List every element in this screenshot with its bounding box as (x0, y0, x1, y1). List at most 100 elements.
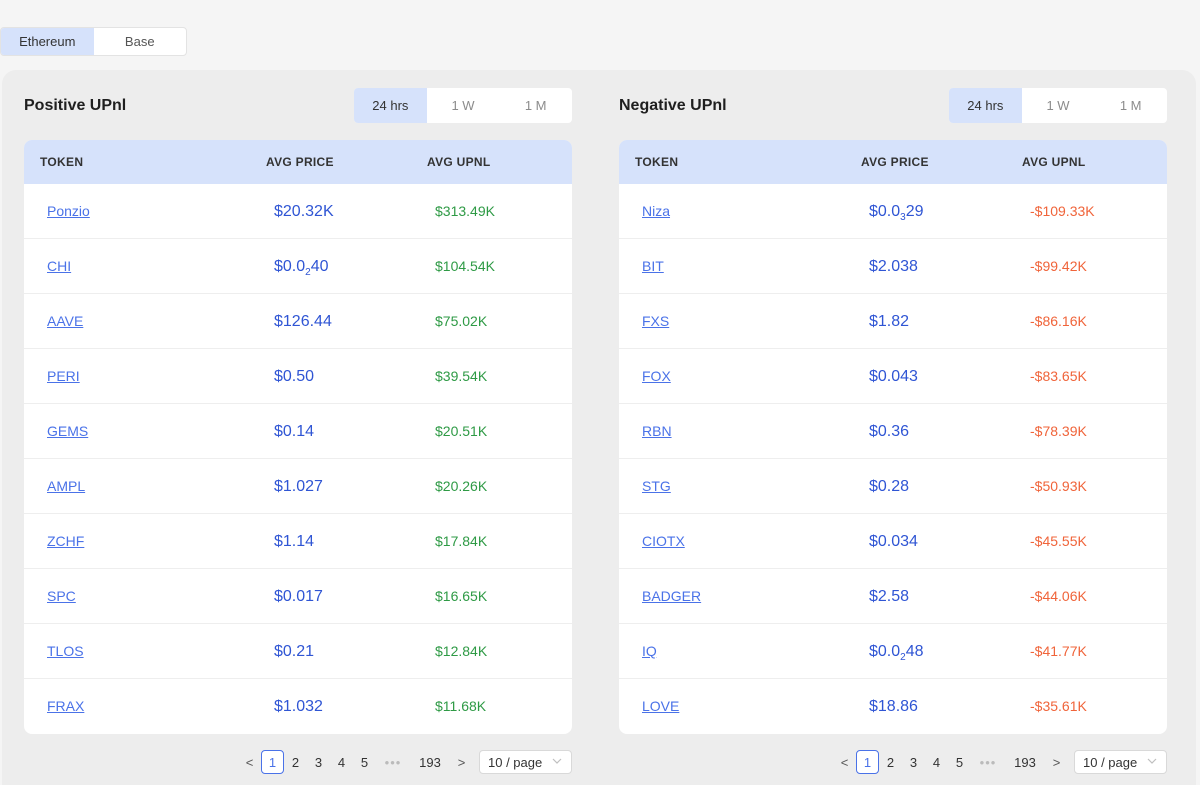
avg-upnl: $104.54K (435, 258, 495, 274)
avg-upnl: $20.26K (435, 478, 488, 494)
chevron-down-icon (1146, 755, 1158, 767)
table-row: BIT $2.038 -$99.42K (619, 239, 1167, 294)
column-header-avg-price[interactable]: AVG PRICE (861, 140, 929, 184)
table-row: CHI $0.0240 $104.54K (24, 239, 572, 294)
avg-upnl: -$44.06K (1030, 588, 1087, 604)
token-link[interactable]: Niza (642, 184, 670, 239)
next-page-button[interactable]: > (450, 750, 473, 774)
page-5-button[interactable]: 5 (948, 750, 971, 774)
table-row: STG $0.28 -$50.93K (619, 459, 1167, 514)
pagination: <1 2 3 4 5 ••• 193 >10 / page (238, 750, 572, 774)
token-link[interactable]: AMPL (47, 459, 85, 514)
avg-price-tail: 48 (905, 643, 924, 660)
token-link[interactable]: GEMS (47, 404, 88, 459)
avg-price-main: $1.14 (274, 533, 315, 550)
upnl-card: Positive UPnl 24 hrs 1 W 1 M TOKEN AVG P… (2, 70, 1196, 785)
avg-price-main: $0.14 (274, 423, 315, 440)
page-size-select[interactable]: 10 / page (479, 750, 572, 774)
next-page-button[interactable]: > (1045, 750, 1068, 774)
page-3-button[interactable]: 3 (902, 750, 925, 774)
avg-price-main: $0.36 (869, 423, 910, 440)
token-link[interactable]: PERI (47, 349, 80, 404)
token-link[interactable]: CIOTX (642, 514, 685, 569)
page-last-button[interactable]: 193 (410, 750, 450, 774)
avg-price-main: $0.0 (274, 258, 306, 275)
token-link[interactable]: SPC (47, 569, 76, 624)
token-link[interactable]: FOX (642, 349, 671, 404)
period-tab-1m[interactable]: 1 M (1094, 88, 1167, 123)
column-header-avg-upnl[interactable]: AVG UPNL (1022, 140, 1086, 184)
more-pages-button[interactable]: ••• (376, 750, 410, 774)
column-header-token[interactable]: TOKEN (40, 140, 83, 184)
column-header-avg-price[interactable]: AVG PRICE (266, 140, 334, 184)
pagination: <1 2 3 4 5 ••• 193 >10 / page (833, 750, 1167, 774)
page-size-select[interactable]: 10 / page (1074, 750, 1167, 774)
page-2-button[interactable]: 2 (879, 750, 902, 774)
page-4-button[interactable]: 4 (925, 750, 948, 774)
table-row: CIOTX $0.034 -$45.55K (619, 514, 1167, 569)
avg-upnl: $20.51K (435, 423, 488, 439)
avg-upnl: -$45.55K (1030, 533, 1087, 549)
avg-price-main: $0.034 (869, 533, 918, 550)
token-link[interactable]: Ponzio (47, 184, 90, 239)
token-link[interactable]: AAVE (47, 294, 83, 349)
more-pages-button[interactable]: ••• (971, 750, 1005, 774)
column-header-avg-upnl[interactable]: AVG UPNL (427, 140, 491, 184)
prev-page-button[interactable]: < (833, 750, 856, 774)
token-link[interactable]: ZCHF (47, 514, 84, 569)
avg-upnl: $39.54K (435, 368, 488, 384)
page-5-button[interactable]: 5 (353, 750, 376, 774)
avg-price-main: $0.0 (869, 203, 901, 220)
avg-price: $0.21 (274, 624, 314, 679)
avg-price-main: $2.038 (869, 258, 918, 275)
page-1-button[interactable]: 1 (856, 750, 879, 774)
token-link[interactable]: RBN (642, 404, 672, 459)
avg-upnl: -$41.77K (1030, 643, 1087, 659)
period-tab-24h[interactable]: 24 hrs (354, 88, 427, 123)
table-row: SPC $0.017 $16.65K (24, 569, 572, 624)
table-body: Niza $0.0329 -$109.33K BIT $2.038 -$99.42K FXS… (619, 184, 1167, 734)
table-row: IQ $0.0248 -$41.77K (619, 624, 1167, 679)
prev-page-button[interactable]: < (238, 750, 261, 774)
token-link[interactable]: BIT (642, 239, 664, 294)
avg-price-main: $20.32K (274, 203, 334, 220)
page-4-button[interactable]: 4 (330, 750, 353, 774)
token-link[interactable]: BADGER (642, 569, 701, 624)
avg-price-main: $0.28 (869, 478, 910, 495)
column-header-token[interactable]: TOKEN (635, 140, 678, 184)
avg-price: $0.034 (869, 514, 918, 569)
avg-upnl: -$86.16K (1030, 313, 1087, 329)
page-2-button[interactable]: 2 (284, 750, 307, 774)
chain-tab-base[interactable]: Base (94, 28, 187, 55)
avg-price-main: $1.82 (869, 313, 910, 330)
avg-price-main: $2.58 (869, 588, 910, 605)
avg-price: $0.0329 (869, 184, 924, 245)
period-tab-1w[interactable]: 1 W (1022, 88, 1095, 123)
token-link[interactable]: FXS (642, 294, 669, 349)
page-1-button[interactable]: 1 (261, 750, 284, 774)
chain-tab-ethereum[interactable]: Ethereum (1, 28, 94, 55)
table-header: TOKEN AVG PRICE AVG UPNL (619, 140, 1167, 184)
table-row: RBN $0.36 -$78.39K (619, 404, 1167, 459)
period-tab-1w[interactable]: 1 W (427, 88, 500, 123)
page-3-button[interactable]: 3 (307, 750, 330, 774)
token-link[interactable]: LOVE (642, 679, 679, 734)
token-link[interactable]: CHI (47, 239, 71, 294)
avg-price-main: $0.043 (869, 368, 918, 385)
avg-upnl: -$109.33K (1030, 203, 1095, 219)
avg-price: $0.043 (869, 349, 918, 404)
panel-title: Negative UPnl (619, 97, 727, 114)
table-row: LOVE $18.86 -$35.61K (619, 679, 1167, 734)
avg-upnl: -$83.65K (1030, 368, 1087, 384)
token-link[interactable]: FRAX (47, 679, 84, 734)
page-last-button[interactable]: 193 (1005, 750, 1045, 774)
token-link[interactable]: TLOS (47, 624, 84, 679)
period-tab-24h[interactable]: 24 hrs (949, 88, 1022, 123)
avg-price: $20.32K (274, 184, 334, 239)
table-row: BADGER $2.58 -$44.06K (619, 569, 1167, 624)
period-tab-1m[interactable]: 1 M (499, 88, 572, 123)
token-link[interactable]: STG (642, 459, 671, 514)
avg-price-main: $0.0 (869, 643, 901, 660)
avg-price: $0.017 (274, 569, 323, 624)
token-link[interactable]: IQ (642, 624, 657, 679)
